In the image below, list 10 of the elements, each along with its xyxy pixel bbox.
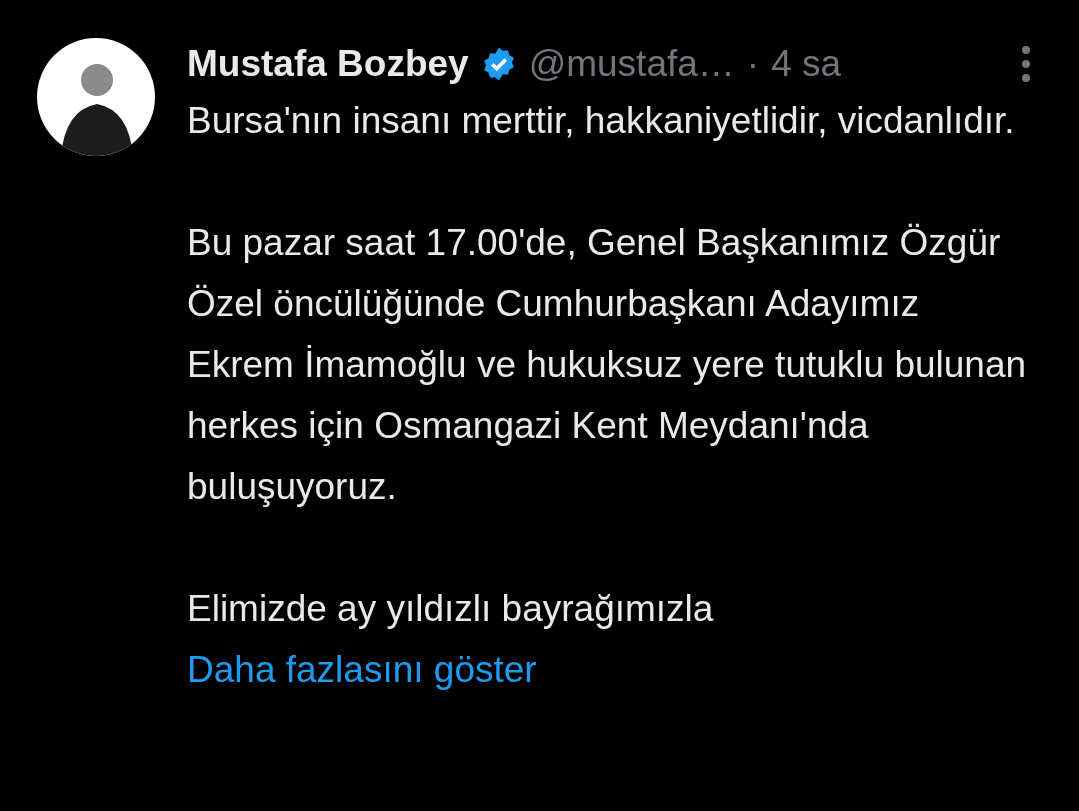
author-handle[interactable]: @mustafa… (528, 43, 735, 85)
show-more-link[interactable]: Daha fazlasını göster (187, 649, 537, 690)
post-time[interactable]: 4 sa (771, 43, 842, 85)
post-paragraph: Bursa'nın insanı merttir, hakkaniyetlidir, vicdanlıdır. (187, 99, 1016, 143)
more-options-icon[interactable] (1021, 44, 1031, 84)
person-silhouette-icon (61, 64, 133, 156)
post-paragraph: Bu pazar saat 17.00'de, Genel Başkanımız Özgür Özel öncülüğünde Cumhurbaşkanı Adayımız Ekrem İmamoğlu ve hukuksuz yere tutuklu bulunan herkes için Osmangazi Kent Meydanı'nda buluşuyoruz. (187, 221, 1027, 509)
post-paragraph: Elimizde ay yıldızlı bayrağımızla Daha fazlasını göster (187, 587, 715, 692)
author-name[interactable]: Mustafa Bozbey (187, 43, 469, 85)
separator-dot: · (746, 43, 760, 85)
